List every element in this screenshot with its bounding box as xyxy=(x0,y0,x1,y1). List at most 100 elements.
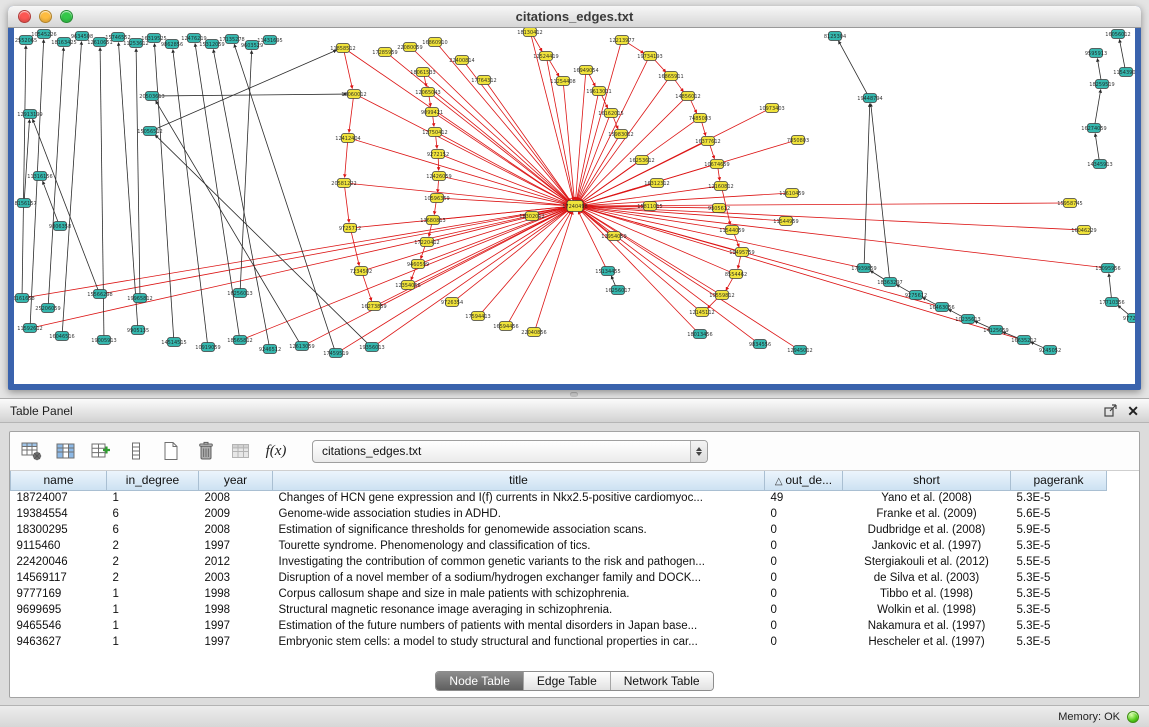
graph-edge[interactable] xyxy=(601,95,607,109)
table-cell[interactable]: 2003 xyxy=(199,570,273,586)
table-row[interactable]: 946362711997Embryonic stem cells: a mode… xyxy=(11,634,1107,650)
network-canvas[interactable]: 2552065105452261816342596345081261065115… xyxy=(14,28,1135,384)
graph-edge[interactable] xyxy=(838,41,867,95)
column-header-short[interactable]: short xyxy=(843,471,1011,490)
graph-edge[interactable] xyxy=(22,45,26,294)
table-cell[interactable]: 9699695 xyxy=(11,602,107,618)
table-cell[interactable]: 5.3E-5 xyxy=(1011,602,1107,618)
table-cell[interactable]: 9115460 xyxy=(11,538,107,554)
memory-status-icon[interactable] xyxy=(1127,711,1139,723)
table-cell[interactable]: 1998 xyxy=(199,586,273,602)
table-cell[interactable]: 5.3E-5 xyxy=(1011,490,1107,506)
table-cell[interactable]: 0 xyxy=(765,602,843,618)
table-cell[interactable]: 1 xyxy=(107,634,199,650)
table-cell[interactable]: 6 xyxy=(107,506,199,522)
graph-edge[interactable] xyxy=(411,268,416,280)
graph-edge[interactable] xyxy=(432,94,570,202)
graph-edge[interactable] xyxy=(234,44,334,349)
table-row[interactable]: 2242004622012Investigating the contribut… xyxy=(11,554,1107,570)
network-select-combobox[interactable]: citations_edges.txt xyxy=(312,440,708,463)
graph-edge[interactable] xyxy=(1097,58,1101,80)
table-cell[interactable]: 0 xyxy=(765,538,843,554)
graph-edge[interactable] xyxy=(436,114,569,203)
graph-edge[interactable] xyxy=(870,271,885,280)
table-cell[interactable]: 14569117 xyxy=(11,570,107,586)
graph-edge[interactable] xyxy=(1109,273,1112,298)
graph-edge[interactable] xyxy=(738,256,741,269)
table-cell[interactable]: Yano et al. (2008) xyxy=(843,490,1011,506)
table-cell[interactable]: Nakamura et al. (1997) xyxy=(843,618,1011,634)
graph-edge[interactable] xyxy=(345,187,349,223)
table-cell[interactable]: 1 xyxy=(107,602,199,618)
table-cell[interactable]: 2 xyxy=(107,570,199,586)
graph-edge[interactable] xyxy=(24,119,29,199)
graph-edge[interactable] xyxy=(444,177,568,205)
graph-edge[interactable] xyxy=(155,135,368,344)
table-cell[interactable]: 5.3E-5 xyxy=(1011,570,1107,586)
table-cell[interactable]: 18724007 xyxy=(11,490,107,506)
table-cell[interactable]: 1 xyxy=(107,586,199,602)
table-cell[interactable]: 5.9E-5 xyxy=(1011,522,1107,538)
table-cell[interactable]: Tourette syndrome. Phenomenology and cla… xyxy=(273,538,765,554)
table-cell[interactable]: 1997 xyxy=(199,634,273,650)
table-cell[interactable]: 2 xyxy=(107,538,199,554)
table-cell[interactable]: 0 xyxy=(765,554,843,570)
graph-edge[interactable] xyxy=(674,79,683,92)
table-cell[interactable]: 5.6E-5 xyxy=(1011,506,1107,522)
table-cell[interactable]: 1997 xyxy=(199,618,273,634)
close-window-button[interactable] xyxy=(18,10,31,23)
table-cell[interactable]: 49 xyxy=(765,490,843,506)
table-cell[interactable]: Corpus callosum shape and size in male p… xyxy=(273,586,765,602)
graph-edge[interactable] xyxy=(33,119,99,290)
tab-edge-table[interactable]: Edge Table xyxy=(523,672,610,690)
table-cell[interactable]: Wolkin et al. (1998) xyxy=(843,602,1011,618)
table-cell[interactable]: 18300295 xyxy=(11,522,107,538)
table-cell[interactable]: Genome-wide association studies in ADHD. xyxy=(273,506,765,522)
table-cell[interactable]: Investigating the contribution of common… xyxy=(273,554,765,570)
graph-edge[interactable] xyxy=(213,49,269,345)
graph-edge[interactable] xyxy=(582,208,1020,339)
graph-edge[interactable] xyxy=(549,59,559,76)
graph-edge[interactable] xyxy=(1095,89,1101,124)
graph-edge[interactable] xyxy=(582,207,1103,268)
table-cell[interactable]: Dudbridge et al. (2008) xyxy=(843,522,1011,538)
table-cell[interactable]: 0 xyxy=(765,634,843,650)
table-row[interactable]: 1938455462009Genome-wide association stu… xyxy=(11,506,1107,522)
table-mode-button[interactable] xyxy=(18,438,44,464)
table-cell[interactable]: Estimation of the future numbers of pati… xyxy=(273,618,765,634)
table-cell[interactable]: 2012 xyxy=(199,554,273,570)
graph-edge[interactable] xyxy=(154,43,173,338)
graph-edge[interactable] xyxy=(345,142,348,178)
graph-edge[interactable] xyxy=(1119,39,1125,68)
graph-edge[interactable] xyxy=(424,76,426,87)
graph-edge[interactable] xyxy=(579,137,619,201)
graph-edge[interactable] xyxy=(589,73,596,86)
float-panel-icon[interactable] xyxy=(1104,404,1117,417)
new-file-button[interactable] xyxy=(158,438,184,464)
table-cell[interactable]: 9777169 xyxy=(11,586,107,602)
table-cell[interactable]: 5.3E-5 xyxy=(1011,634,1107,650)
table-cell[interactable]: 0 xyxy=(765,570,843,586)
table-cell[interactable]: Stergiakouli et al. (2012) xyxy=(843,554,1011,570)
column-header-year[interactable]: year xyxy=(199,471,273,490)
table-cell[interactable]: 0 xyxy=(765,522,843,538)
column-header-in_degree[interactable]: in_degree xyxy=(107,471,199,490)
table-row[interactable]: 969969511998Structural magnetic resonanc… xyxy=(11,602,1107,618)
table-cell[interactable]: 2 xyxy=(107,554,199,570)
graph-edge[interactable] xyxy=(344,52,352,89)
graph-edge[interactable] xyxy=(702,122,706,136)
table-row[interactable]: 1872400712008Changes of HCN gene express… xyxy=(11,490,1107,506)
graph-edge[interactable] xyxy=(118,42,137,326)
table-cell[interactable]: Tibbo et al. (1998) xyxy=(843,586,1011,602)
table-cell[interactable]: Estimation of significance thresholds fo… xyxy=(273,522,765,538)
table-cell[interactable]: Structural magnetic resonance image aver… xyxy=(273,602,765,618)
table-cell[interactable]: 1 xyxy=(107,618,199,634)
table-row[interactable]: 977716911998Corpus callosum shape and si… xyxy=(11,586,1107,602)
select-columns-button[interactable] xyxy=(53,438,79,464)
tab-node-table[interactable]: Node Table xyxy=(436,672,523,690)
table-cell[interactable]: 19384554 xyxy=(11,506,107,522)
graph-edge[interactable] xyxy=(726,277,733,290)
graph-edge[interactable] xyxy=(718,168,720,181)
graph-edge[interactable] xyxy=(508,211,571,323)
table-cell[interactable]: Embryonic stem cells: a model to study s… xyxy=(273,634,765,650)
